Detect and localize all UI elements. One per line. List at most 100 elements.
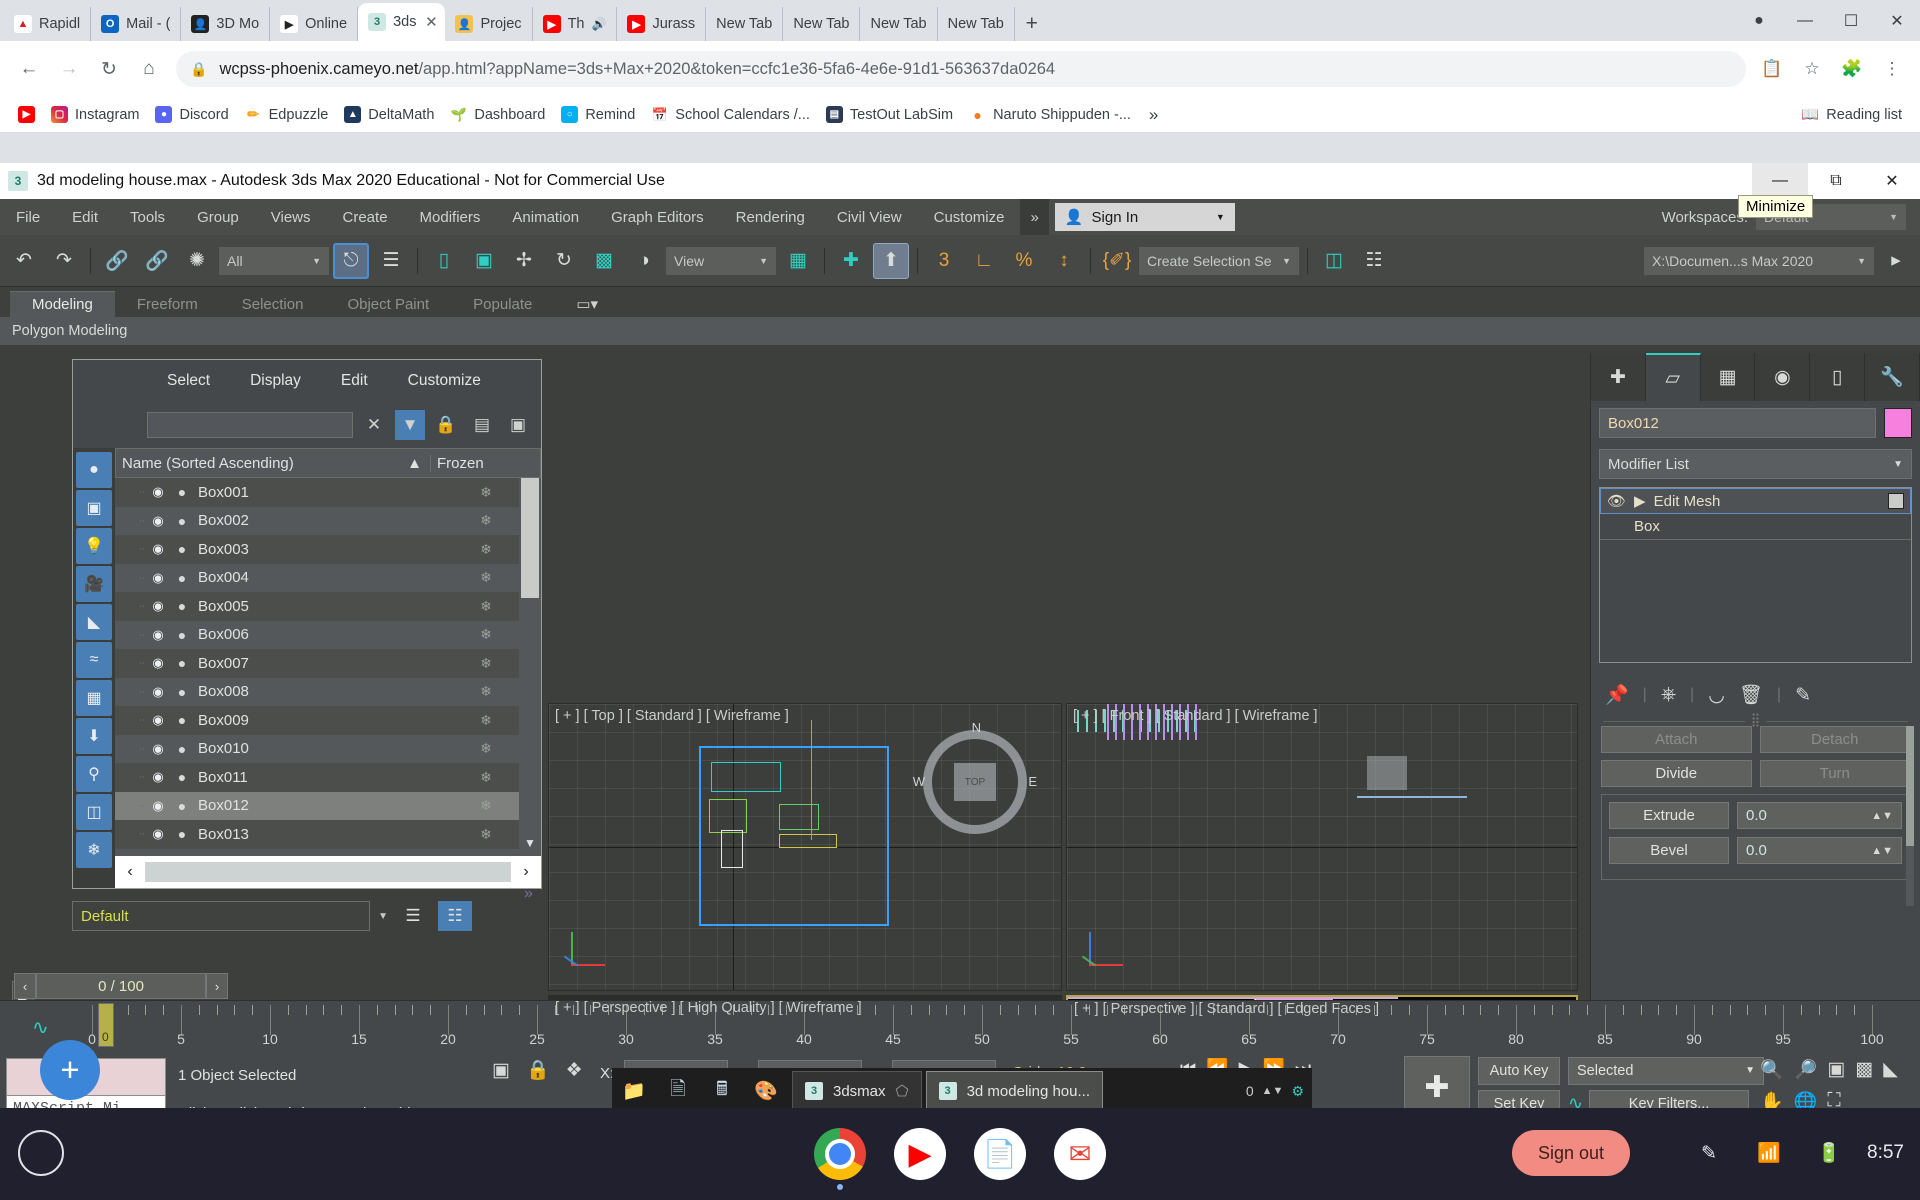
chevron-down-icon[interactable]: ▼	[378, 911, 388, 922]
bookmark-item[interactable]: 📅 School Calendars /...	[643, 101, 818, 129]
launcher-button[interactable]	[18, 1130, 64, 1176]
stylus-tools-icon[interactable]: ✎	[1687, 1131, 1731, 1175]
browser-tab[interactable]: ▶ Online	[270, 7, 359, 41]
show-end-result-icon[interactable]: ⎈	[1661, 684, 1676, 706]
battery-icon[interactable]: 🔋	[1807, 1131, 1851, 1175]
eye-icon[interactable]: 👁	[1607, 492, 1626, 510]
visibility-eye-icon[interactable]: ◉	[145, 484, 171, 500]
menu-views[interactable]: Views	[255, 199, 327, 235]
visibility-eye-icon[interactable]: ◉	[145, 627, 171, 643]
named-selection-set-input[interactable]: Create Selection Se ▼	[1139, 246, 1299, 275]
viewport-label-perspective[interactable]: [ + ] [ Perspective ] [ High Quality ] […	[555, 1000, 862, 1016]
tray-icon[interactable]: ⚙	[1291, 1083, 1304, 1100]
table-row[interactable]: ∙∙ ◉ ● Box010 ❄	[115, 734, 541, 763]
divide-button[interactable]: Divide	[1601, 760, 1752, 787]
visibility-eye-icon[interactable]: ◉	[145, 655, 171, 671]
browser-tab[interactable]: New Tab	[860, 7, 938, 41]
select-and-scale-button[interactable]: ▩	[586, 243, 622, 279]
scrollbar-thumb[interactable]	[1906, 726, 1914, 846]
expand-all-icon[interactable]: ▤	[467, 410, 497, 440]
viewport-label-perspective-2[interactable]: [ + ] [ Perspective ] [ Standard ] [ Edg…	[1074, 1001, 1379, 1017]
filter-xrefs-icon[interactable]: ⬇	[76, 718, 112, 754]
ribbon-subtab-polygon-modeling[interactable]: Polygon Modeling	[12, 323, 127, 339]
filter-cameras-icon[interactable]: 🎥	[76, 566, 112, 602]
object-color-swatch[interactable]	[1884, 408, 1912, 438]
spinner-snap-toggle-button[interactable]: ↕	[1046, 243, 1082, 279]
table-row[interactable]: ∙∙ ◉ ● Box012 ❄	[115, 791, 541, 820]
detach-button[interactable]: Detach	[1759, 726, 1910, 753]
ribbon-minimize-icon[interactable]: ▭▾	[554, 291, 620, 317]
bookmark-youtube[interactable]: ▶	[10, 101, 43, 129]
object-color-dot[interactable]: ●	[171, 684, 193, 700]
table-row[interactable]: ∙∙ ◉ ● Box009 ❄	[115, 706, 541, 735]
edit-named-selection-sets-button[interactable]: {✐}	[1099, 243, 1135, 279]
menu-overflow-button[interactable]: »	[1020, 199, 1049, 235]
taskbar-item-3dsmax[interactable]: 3 3dsmax ⬠	[792, 1071, 922, 1111]
visibility-eye-icon[interactable]: ◉	[145, 541, 171, 557]
table-row[interactable]: ∙∙ ◉ ● Box008 ❄	[115, 677, 541, 706]
visibility-eye-icon[interactable]: ◉	[145, 769, 171, 785]
filter-groups-icon[interactable]: ▦	[76, 680, 112, 716]
se-menu-display[interactable]: Display	[230, 372, 321, 390]
chrome-icon[interactable]	[814, 1128, 866, 1190]
object-color-dot[interactable]: ●	[171, 741, 193, 757]
maximize-button[interactable]: ☐	[1828, 0, 1874, 41]
selection-lock-icon[interactable]: 🔒	[526, 1058, 550, 1082]
menu-modifiers[interactable]: Modifiers	[404, 199, 497, 235]
object-color-dot[interactable]: ●	[171, 513, 193, 529]
zoom-extents-icon[interactable]: ▣	[1827, 1058, 1845, 1082]
pin-stack-icon[interactable]: 📌	[1605, 683, 1629, 707]
browser-tab-active[interactable]: 3 3ds ✕	[358, 3, 446, 41]
motion-tab[interactable]: ◉	[1755, 353, 1811, 401]
close-icon[interactable]: ✕	[423, 14, 439, 31]
minimize-button[interactable]: —	[1782, 0, 1828, 41]
gmail-icon[interactable]: ✉	[1054, 1128, 1106, 1180]
se-menu-select[interactable]: Select	[147, 372, 230, 390]
time-slider-handle[interactable]: 0	[98, 1003, 114, 1047]
turn-button[interactable]: Turn	[1759, 760, 1910, 787]
curve-editor-icon[interactable]: ∿	[32, 1015, 49, 1040]
window-crossing-toggle-button[interactable]: ▣	[466, 243, 502, 279]
profile-shield-icon[interactable]: ●	[1736, 0, 1782, 41]
scroll-left-icon[interactable]: ‹	[115, 863, 145, 881]
table-row[interactable]: ∙∙ ◉ ● Box005 ❄	[115, 592, 541, 621]
object-name-field[interactable]: Box012	[1599, 408, 1876, 438]
table-row[interactable]: ∙∙ ◉ ● Box004 ❄	[115, 563, 541, 592]
bookmark-item[interactable]: ▤ TestOut LabSim	[818, 101, 961, 129]
object-color-dot[interactable]: ●	[171, 484, 193, 500]
menu-tools[interactable]: Tools	[114, 199, 181, 235]
modifier-toggle-box[interactable]	[1888, 493, 1904, 509]
hscroll-thumb[interactable]	[145, 862, 453, 882]
object-color-dot[interactable]: ●	[171, 798, 193, 814]
select-and-manipulate-button[interactable]: ✚	[833, 243, 869, 279]
snaps-toggle-button[interactable]: ⬆	[873, 242, 909, 279]
layer-manager-icon[interactable]: ☰	[396, 901, 430, 931]
table-row[interactable]: ∙∙ ◉ ● Box001 ❄	[115, 478, 541, 507]
filter-space-warps-icon[interactable]: ≈	[76, 642, 112, 678]
rollout-scrollbar[interactable]	[1906, 726, 1914, 906]
bookmark-item[interactable]: ○ Remind	[553, 101, 643, 129]
ribbon-tab-selection[interactable]: Selection	[220, 292, 326, 317]
menu-file[interactable]: File	[0, 199, 56, 235]
filter-helpers-icon[interactable]: ◣	[76, 604, 112, 640]
view-cube-face[interactable]: TOP	[954, 763, 996, 801]
close-window-button[interactable]: ✕	[1874, 0, 1920, 41]
selection-filter-select[interactable]: All ▼	[219, 246, 329, 275]
timeline-ruler[interactable]: 0 5 10 15 20 25 30 35 40 45 50 55 60 65 70 75 80 85 90 95 10…	[88, 1005, 1920, 1052]
ribbon-tab-populate[interactable]: Populate	[451, 292, 554, 317]
display-tab[interactable]: ▯	[1810, 353, 1866, 401]
object-color-dot[interactable]: ●	[171, 826, 193, 842]
zoom-icon[interactable]: 🔍	[1760, 1058, 1784, 1082]
configure-modifier-sets-icon[interactable]: ✎	[1795, 684, 1811, 707]
select-by-name-button[interactable]: ☰	[373, 243, 409, 279]
menu-civil-view[interactable]: Civil View	[821, 199, 918, 235]
prev-frame-button[interactable]: ‹	[14, 973, 36, 999]
select-object-button[interactable]: ⎋	[333, 242, 369, 279]
bookmark-item[interactable]: ● Discord	[147, 101, 236, 129]
table-row[interactable]: ∙∙ ◉ ● Box002 ❄	[115, 506, 541, 535]
viewport-label-top[interactable]: [ + ] [ Top ] [ Standard ] [ Wireframe ]	[555, 708, 789, 724]
object-color-dot[interactable]: ●	[171, 769, 193, 785]
bevel-button[interactable]: Bevel	[1609, 837, 1729, 864]
scroll-down-icon[interactable]: ▼	[519, 832, 541, 854]
viewport-top[interactable]: TOP N E W [ + ] [ Top ] [ Standard ] [ W…	[548, 703, 1062, 991]
